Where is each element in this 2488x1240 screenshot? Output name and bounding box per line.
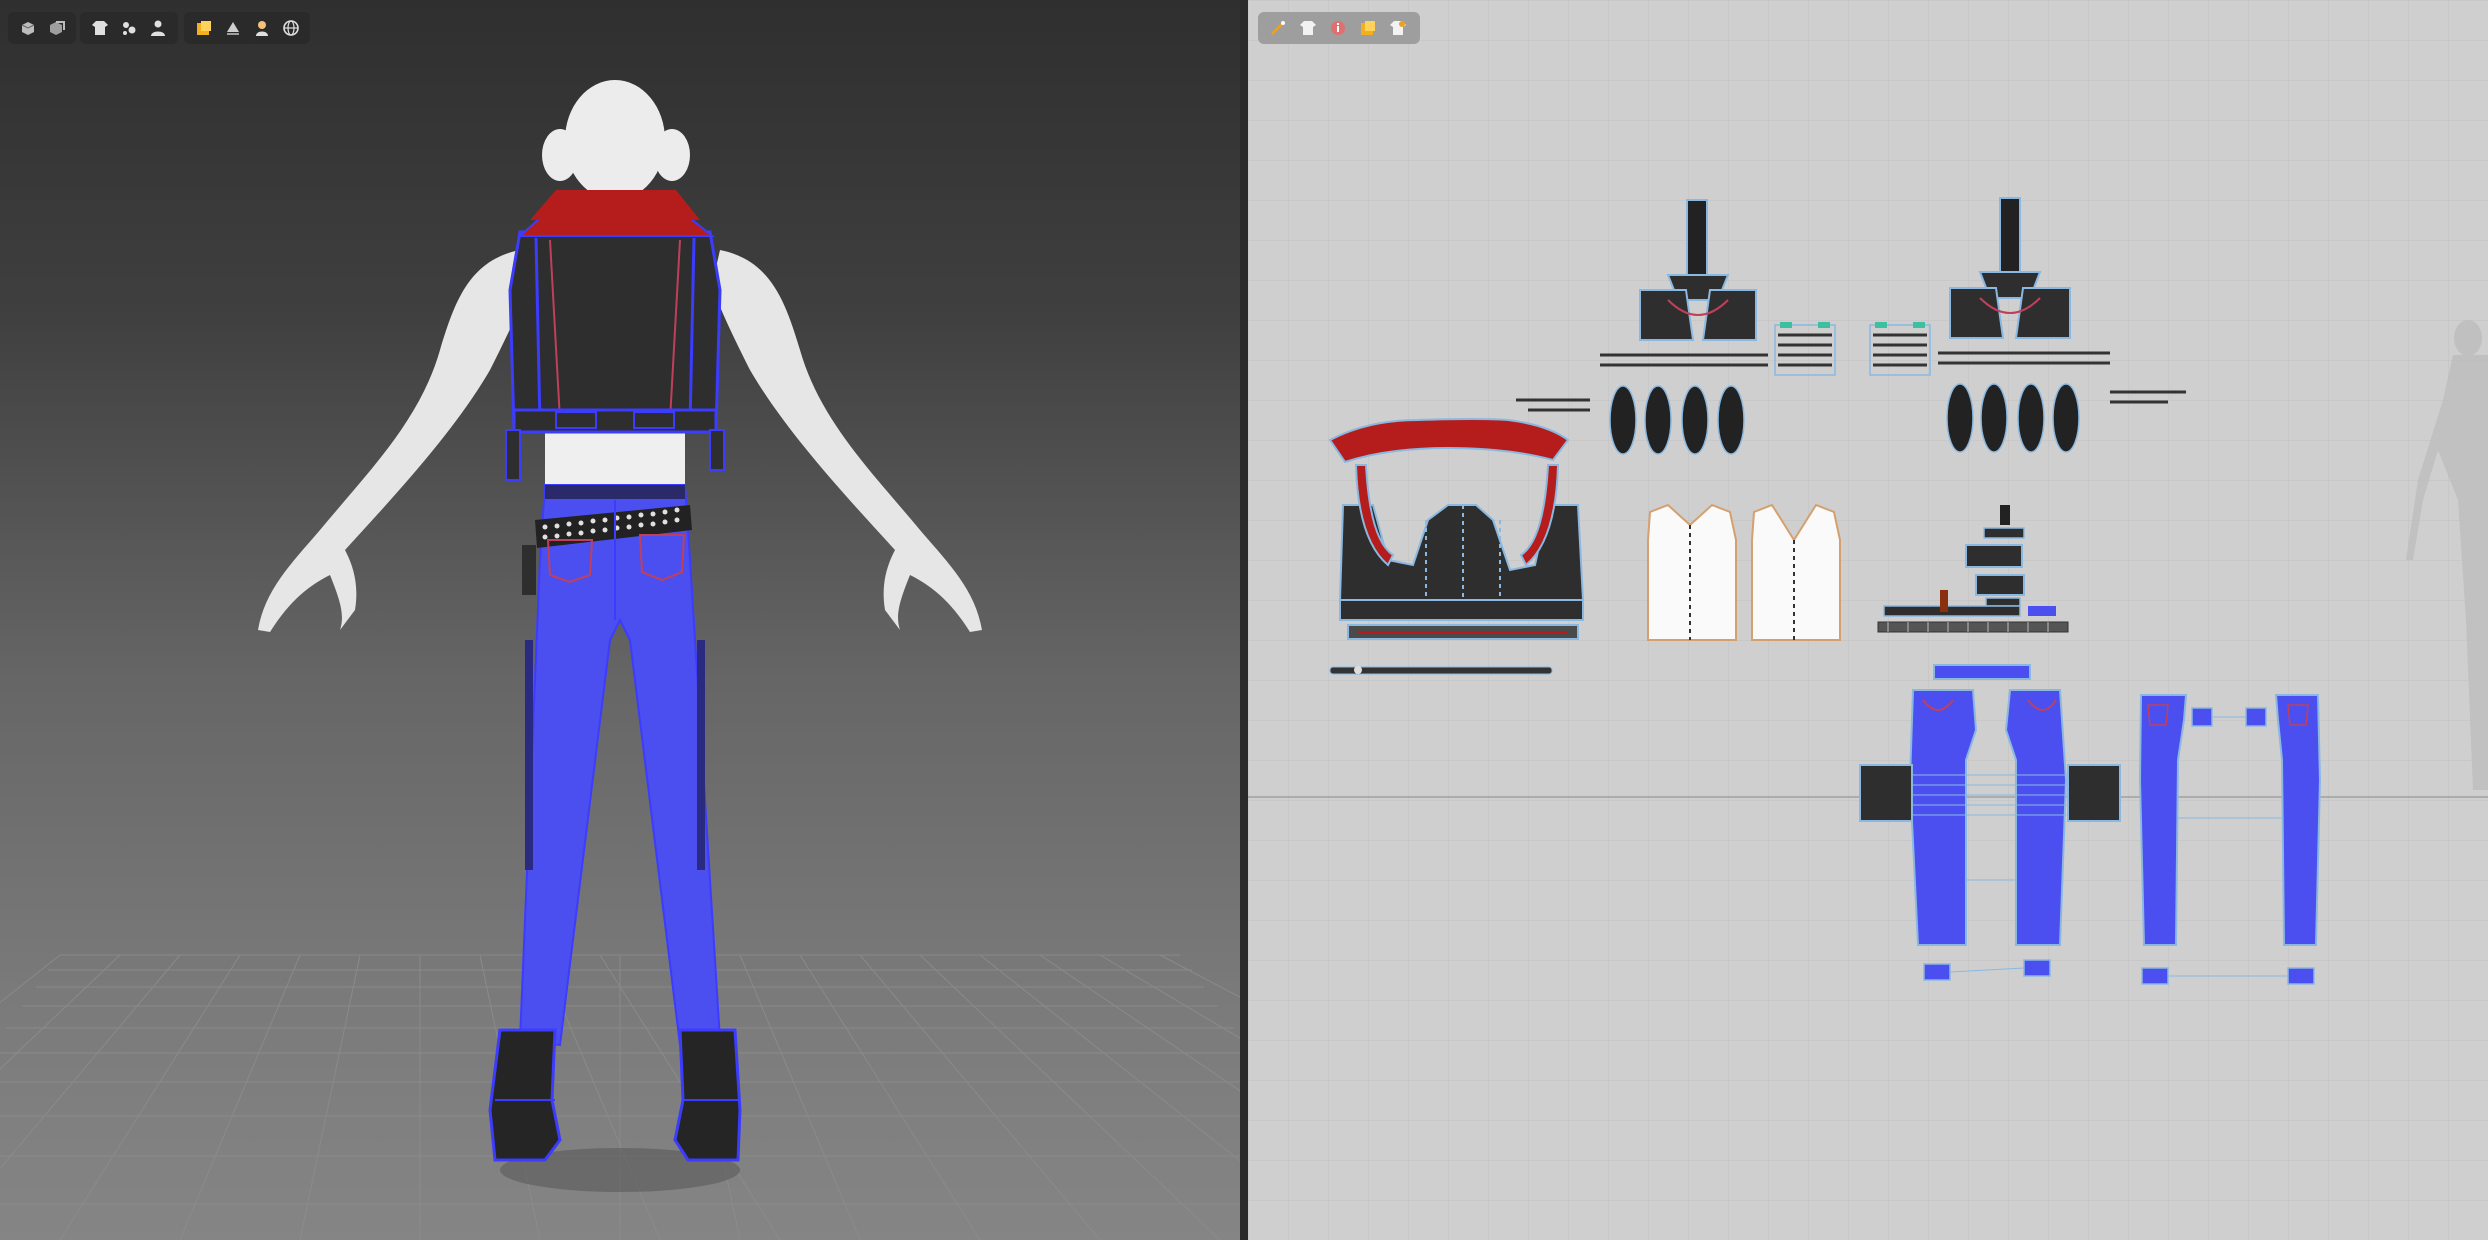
clo3d-app bbox=[0, 0, 2488, 1240]
boot-pattern-right bbox=[1869, 197, 2186, 404]
shirt-texture-icon[interactable] bbox=[1386, 16, 1410, 40]
toolbar-3d-group-1 bbox=[8, 12, 76, 44]
panel-divider[interactable] bbox=[1240, 0, 1248, 1240]
layer-icon[interactable] bbox=[221, 16, 244, 40]
garment-options-icon[interactable] bbox=[117, 16, 140, 40]
shirt-pattern-back bbox=[1751, 503, 1841, 641]
pants-back bbox=[518, 484, 722, 1047]
toolbar-2d bbox=[1258, 12, 1420, 44]
show-garment-icon[interactable] bbox=[88, 16, 111, 40]
boot-soles-right bbox=[1946, 383, 2080, 453]
globe-icon[interactable] bbox=[279, 16, 302, 40]
magic-wand-icon[interactable] bbox=[1266, 16, 1290, 40]
boots bbox=[488, 1028, 742, 1162]
pattern-pieces[interactable] bbox=[1248, 0, 2488, 1240]
shirt-icon[interactable] bbox=[1296, 16, 1320, 40]
boot-pattern-left bbox=[1516, 199, 1836, 412]
toolbar-3d-group-3 bbox=[184, 12, 310, 44]
boot-soles-left bbox=[1609, 385, 1745, 455]
show-avatar-icon[interactable] bbox=[147, 16, 170, 40]
viewport-3d[interactable] bbox=[0, 0, 1240, 1240]
belt-buckle-pattern bbox=[1877, 505, 2069, 633]
person-avatar-icon[interactable] bbox=[250, 16, 273, 40]
toolbar-3d-group-2 bbox=[80, 12, 178, 44]
belt-strap-pattern bbox=[1329, 666, 1553, 675]
pants-pattern-front bbox=[1859, 664, 2121, 981]
avatar-model[interactable] bbox=[0, 0, 1240, 1240]
display-texture-icon[interactable] bbox=[45, 16, 68, 40]
shirt-pattern-front bbox=[1647, 503, 1737, 641]
viewport-2d-pattern[interactable] bbox=[1248, 0, 2488, 1240]
folder-color-icon[interactable] bbox=[1356, 16, 1380, 40]
info-icon[interactable] bbox=[1326, 16, 1350, 40]
vest-pattern bbox=[1328, 418, 1585, 640]
pants-pattern-back bbox=[2138, 694, 2322, 985]
display-avatar-icon[interactable] bbox=[16, 16, 39, 40]
folder-color-icon[interactable] bbox=[192, 16, 215, 40]
shirt-hem bbox=[545, 425, 685, 485]
